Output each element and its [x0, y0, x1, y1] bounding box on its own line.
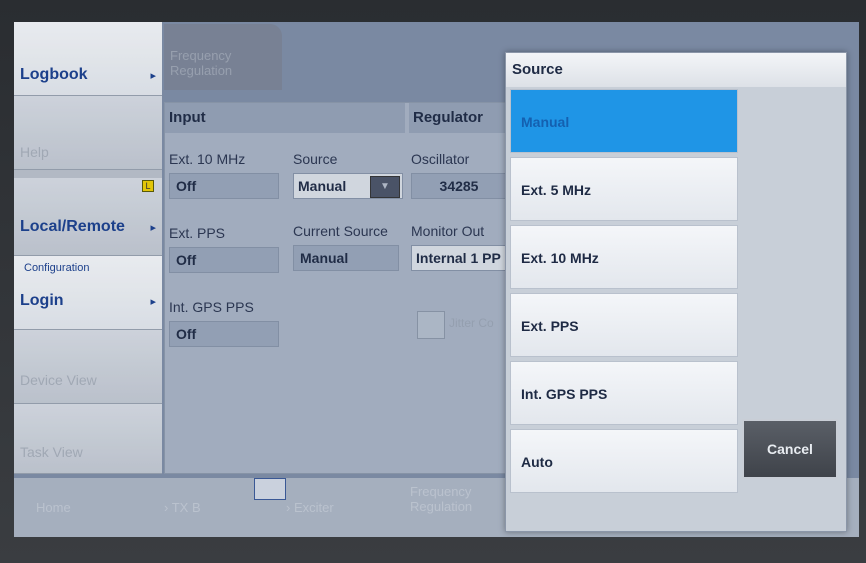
source-option-ext-10mhz[interactable]: Ext. 10 MHz: [510, 225, 738, 289]
source-option-manual[interactable]: Manual: [510, 89, 738, 153]
source-option-int-gps-pps[interactable]: Int. GPS PPS: [510, 361, 738, 425]
source-option-ext-5mhz[interactable]: Ext. 5 MHz: [510, 157, 738, 221]
source-option-ext-pps[interactable]: Ext. PPS: [510, 293, 738, 357]
source-dialog: Source Manual Ext. 5 MHz Ext. 10 MHz Ext…: [505, 52, 847, 532]
cancel-button[interactable]: Cancel: [742, 419, 838, 479]
source-option-auto[interactable]: Auto: [510, 429, 738, 493]
dialog-title: Source: [506, 53, 846, 87]
touch-screen: Logbook ▸ Help L Local/Remote ▸ Configur…: [14, 22, 859, 537]
